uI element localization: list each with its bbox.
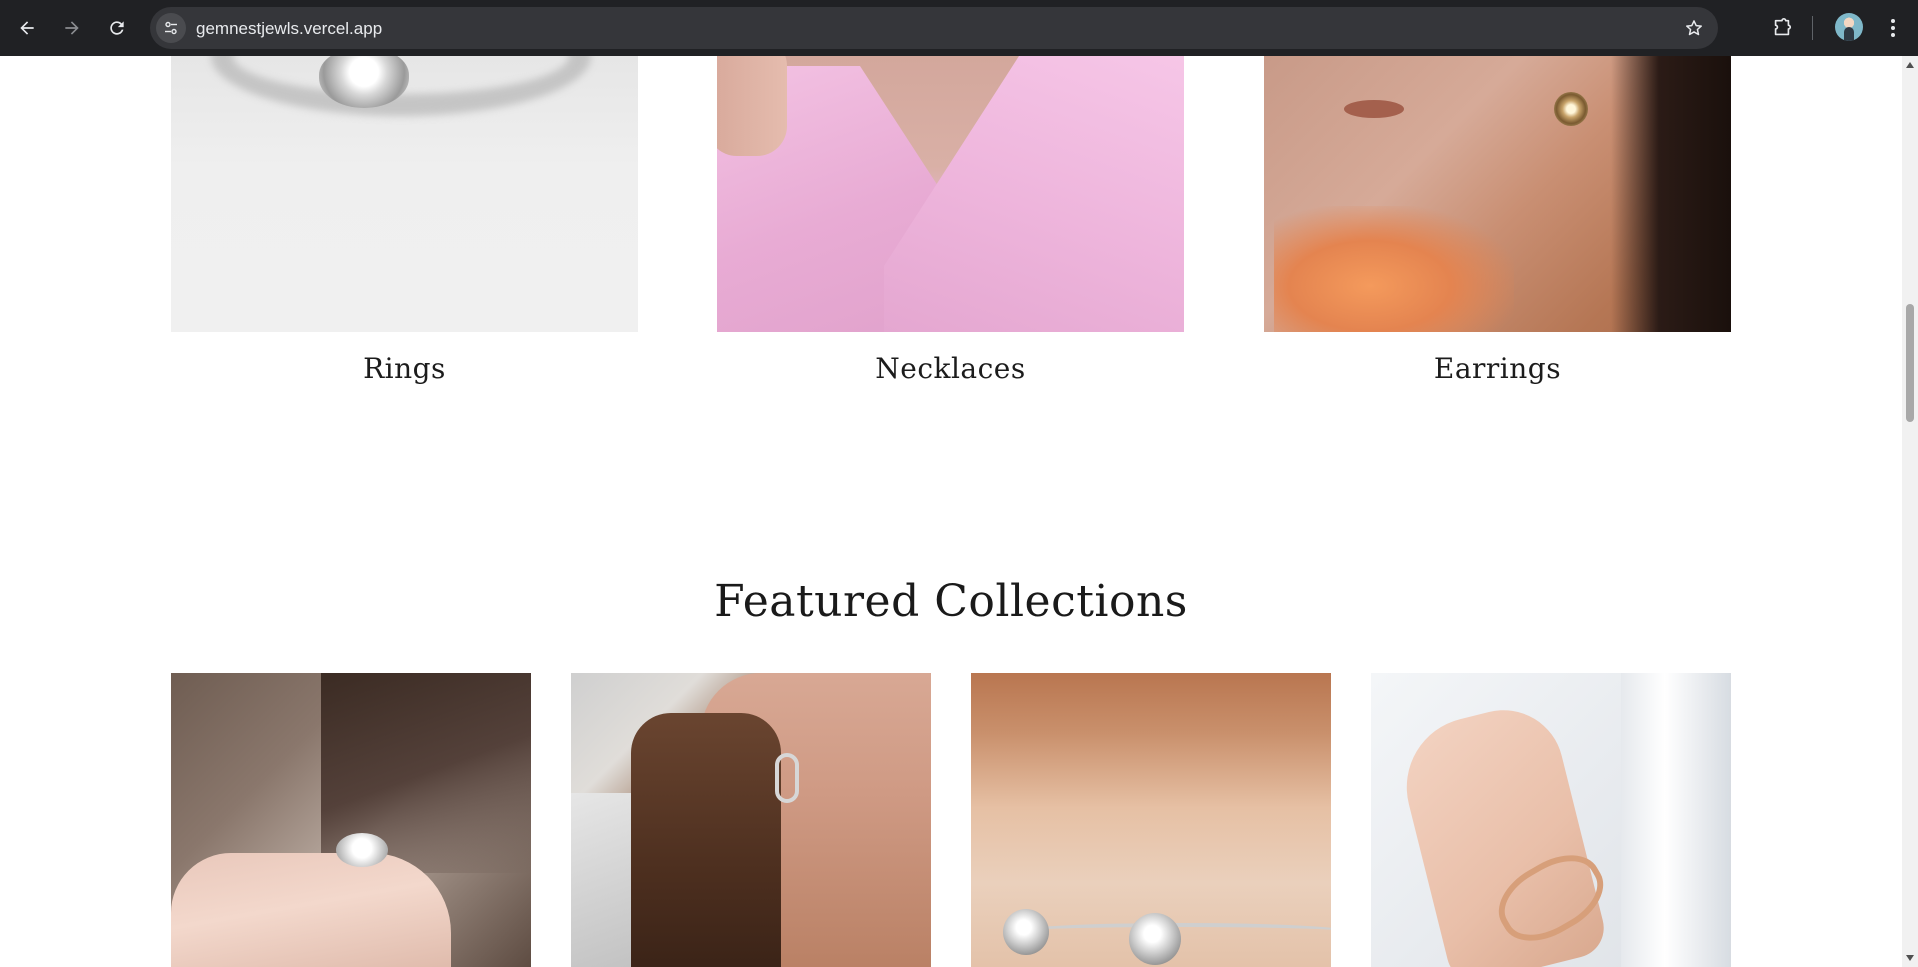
category-image-earrings[interactable] (1264, 56, 1731, 332)
browser-toolbar: gemnestjewls.vercel.app (0, 0, 1918, 56)
browser-menu-button[interactable] (1880, 13, 1906, 43)
star-icon (1686, 20, 1702, 36)
model-hair (1611, 56, 1731, 332)
back-button[interactable] (12, 13, 42, 43)
toolbar-divider (1812, 16, 1813, 40)
url-text[interactable]: gemnestjewls.vercel.app (196, 19, 382, 39)
model-shirt (1621, 673, 1731, 967)
model-hair (631, 713, 781, 967)
model-hand (717, 56, 787, 156)
category-card-rings[interactable]: Rings (171, 56, 638, 385)
model-lips (1344, 100, 1404, 118)
model-hand (171, 853, 451, 967)
address-bar[interactable]: gemnestjewls.vercel.app (150, 7, 1718, 49)
category-card-necklaces[interactable]: Necklaces (717, 56, 1184, 385)
bracelet-stone (1003, 909, 1049, 955)
hoop-earring (775, 753, 799, 803)
category-image-rings[interactable] (171, 56, 638, 332)
bookmark-button[interactable] (1682, 16, 1706, 40)
category-label[interactable]: Rings (171, 352, 638, 385)
featured-collections-heading: Featured Collections (714, 576, 1188, 627)
forward-button[interactable] (57, 13, 87, 43)
extensions-button[interactable] (1767, 13, 1797, 43)
shoulder-light (1274, 206, 1514, 332)
category-image-necklaces[interactable] (717, 56, 1184, 332)
scroll-down-arrow-icon[interactable] (1905, 953, 1915, 963)
arrow-left-icon (20, 21, 34, 35)
reload-icon (110, 21, 124, 35)
earring-jewel (1554, 92, 1588, 126)
ring-diamond (336, 833, 388, 867)
featured-card-hoop-earring[interactable] (571, 673, 931, 967)
puzzle-icon (1774, 18, 1792, 36)
featured-card-cuff-bracelet[interactable] (971, 673, 1331, 967)
category-label[interactable]: Necklaces (717, 352, 1184, 385)
bracelet-stone (1129, 913, 1181, 965)
page-scrollbar[interactable] (1902, 56, 1918, 967)
category-card-earrings[interactable]: Earrings (1264, 56, 1731, 385)
category-label[interactable]: Earrings (1264, 352, 1731, 385)
avatar[interactable] (1835, 13, 1863, 41)
kebab-menu-icon (1891, 19, 1895, 37)
reload-button[interactable] (102, 13, 132, 43)
scroll-up-arrow-icon[interactable] (1905, 60, 1915, 70)
tune-icon (165, 21, 177, 35)
site-info-button[interactable] (156, 13, 186, 43)
arrow-right-icon (65, 21, 79, 35)
featured-card-ring[interactable] (171, 673, 531, 967)
featured-card-bangle[interactable] (1371, 673, 1731, 967)
model-arm (1391, 697, 1611, 967)
scrollbar-thumb[interactable] (1906, 304, 1914, 422)
